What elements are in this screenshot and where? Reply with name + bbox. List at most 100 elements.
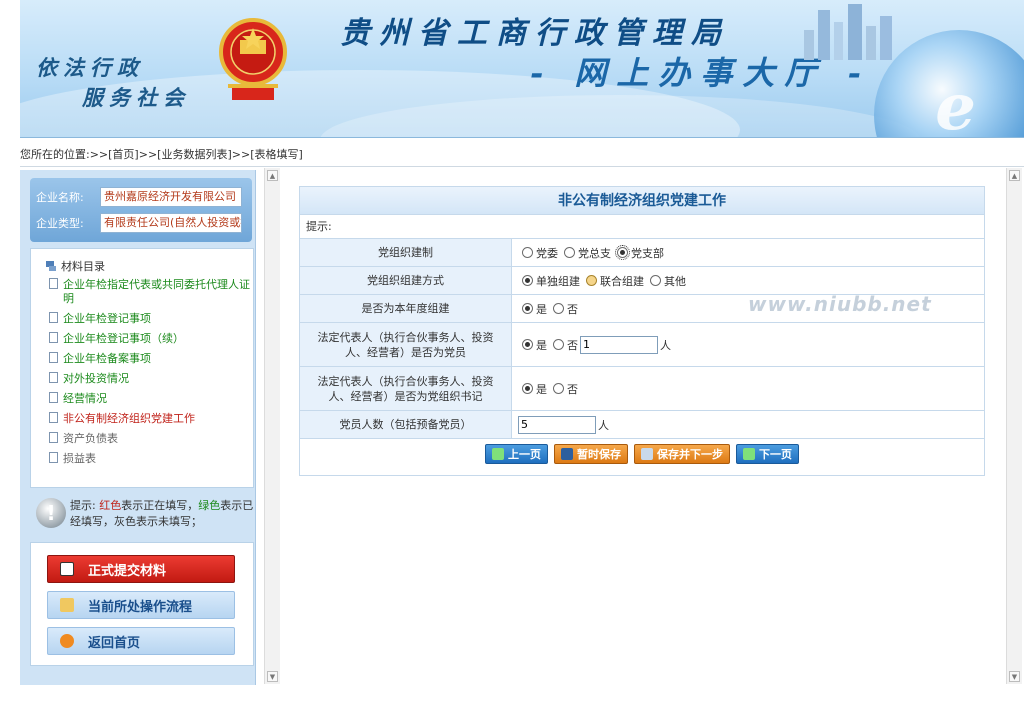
slogan-line2: 服务社会 bbox=[82, 85, 190, 110]
tree-item-registration-cont[interactable]: 企业年检登记事项（续） bbox=[35, 329, 253, 349]
return-home-label: 返回首页 bbox=[88, 635, 141, 651]
company-type-value: 有限责任公司(自然人投资或控股) bbox=[100, 213, 242, 233]
left-scrollbar[interactable]: ▲ ▼ bbox=[264, 168, 280, 684]
tree-item-balance-sheet[interactable]: 资产负债表 bbox=[35, 429, 253, 449]
radio-independent[interactable]: 单独组建 bbox=[522, 273, 580, 289]
radio-dot bbox=[553, 339, 564, 350]
tree-root-label: 材料目录 bbox=[61, 260, 105, 273]
rep-member-count-input[interactable] bbox=[580, 335, 658, 354]
radio-yes[interactable]: 是 bbox=[522, 337, 547, 353]
radio-joint[interactable]: 联合组建 bbox=[586, 273, 644, 289]
material-tree: 材料目录 企业年检指定代表或共同委托代理人证明 企业年检登记事项 企业年检登记事… bbox=[30, 248, 254, 488]
member-count-input[interactable] bbox=[518, 415, 596, 434]
radio-other[interactable]: 其他 bbox=[650, 273, 686, 289]
radio-yes[interactable]: 是 bbox=[522, 381, 547, 397]
save-and-next-button[interactable]: 保存并下一步 bbox=[634, 444, 730, 464]
legend-tip-text: 提示: 红色表示正在填写，绿色表示已经填写，灰色表示未填写； bbox=[70, 498, 256, 530]
prev-page-button[interactable]: 上一页 bbox=[485, 444, 548, 464]
home-icon bbox=[60, 634, 74, 648]
tree-item-investment[interactable]: 对外投资情况 bbox=[35, 369, 253, 389]
tree-item-label: 经营情况 bbox=[63, 392, 107, 405]
scroll-down-arrow-icon[interactable]: ▼ bbox=[267, 671, 278, 682]
breadcrumb-home-link[interactable]: [首页] bbox=[108, 146, 139, 162]
radio-label: 否 bbox=[567, 382, 578, 396]
breadcrumb-prefix: 您所在的位置:>> bbox=[20, 148, 109, 161]
folder-tree-icon bbox=[46, 261, 56, 271]
current-flow-label: 当前所处操作流程 bbox=[88, 599, 193, 615]
radio-label: 单独组建 bbox=[536, 274, 580, 288]
radio-dot bbox=[553, 383, 564, 394]
radio-dot-selected bbox=[522, 383, 533, 394]
tree-item-label: 企业年检指定代表或共同委托代理人证明 bbox=[63, 278, 250, 305]
document-icon bbox=[49, 278, 58, 289]
next-page-button[interactable]: 下一页 bbox=[736, 444, 799, 464]
radio-no[interactable]: 否 bbox=[553, 337, 578, 353]
save-and-next-label: 保存并下一步 bbox=[657, 448, 723, 461]
radio-dot-selected bbox=[522, 303, 533, 314]
radio-party-committee[interactable]: 党委 bbox=[522, 245, 558, 261]
tip-red-word: 红色 bbox=[99, 499, 122, 512]
unit-label: 人 bbox=[660, 338, 671, 352]
document-icon bbox=[49, 452, 58, 463]
tree-item-designated-rep[interactable]: 企业年检指定代表或共同委托代理人证明 bbox=[35, 275, 253, 309]
slogan-line1: 依法行政 bbox=[36, 55, 144, 80]
radio-dot bbox=[650, 275, 661, 286]
tree-root: 材料目录 bbox=[45, 257, 253, 275]
scroll-up-arrow-icon[interactable]: ▲ bbox=[267, 170, 278, 181]
radio-label: 否 bbox=[567, 338, 578, 352]
radio-dot-selected bbox=[522, 275, 533, 286]
current-flow-button[interactable]: 当前所处操作流程 bbox=[47, 591, 235, 619]
radio-label: 党委 bbox=[536, 246, 558, 260]
radio-label: 党支部 bbox=[631, 246, 664, 260]
radio-dot bbox=[553, 303, 564, 314]
tree-item-label: 资产负债表 bbox=[63, 432, 118, 445]
tree-item-party-building[interactable]: 非公有制经济组织党建工作 bbox=[35, 409, 253, 429]
form-buttons: 上一页 暂时保存 保存并下一步 下一页 bbox=[300, 439, 984, 469]
radio-dot-selected bbox=[615, 245, 630, 260]
skyline-icon bbox=[804, 4, 892, 60]
radio-no[interactable]: 否 bbox=[553, 301, 578, 317]
save-draft-label: 暂时保存 bbox=[577, 448, 621, 461]
form-hint: 提示: bbox=[300, 215, 984, 239]
radio-general-branch[interactable]: 党总支 bbox=[564, 245, 611, 261]
radio-dot bbox=[564, 247, 575, 258]
rep-member-options: 是 否 人 bbox=[512, 323, 984, 366]
breadcrumb-list-link[interactable]: >>[业务数据列表] bbox=[139, 146, 232, 162]
action-panel: 正式提交材料 当前所处操作流程 返回首页 bbox=[30, 542, 254, 666]
radio-yes[interactable]: 是 bbox=[522, 301, 547, 317]
watermark: www.niubb.net bbox=[748, 292, 932, 316]
legend-tip: ! 提示: 红色表示正在填写，绿色表示已经填写，灰色表示未填写； bbox=[32, 494, 254, 538]
org-method-label: 党组织组建方式 bbox=[300, 267, 512, 294]
radio-label: 否 bbox=[567, 302, 578, 316]
tree-item-operation[interactable]: 经营情况 bbox=[35, 389, 253, 409]
return-home-button[interactable]: 返回首页 bbox=[47, 627, 235, 655]
tree-item-label: 企业年检登记事项（续） bbox=[63, 332, 184, 345]
right-scrollbar[interactable]: ▲ ▼ bbox=[1006, 168, 1022, 684]
member-count-label: 党员人数（包括预备党员） bbox=[300, 411, 512, 438]
prev-page-label: 上一页 bbox=[508, 448, 541, 461]
save-icon bbox=[561, 448, 573, 460]
tree-item-label: 对外投资情况 bbox=[63, 372, 129, 385]
document-icon bbox=[49, 352, 58, 363]
radio-party-branch[interactable]: 党支部 bbox=[615, 245, 664, 261]
submit-materials-button[interactable]: 正式提交材料 bbox=[47, 555, 235, 583]
tree-item-registration[interactable]: 企业年检登记事项 bbox=[35, 309, 253, 329]
scroll-down-arrow-icon[interactable]: ▼ bbox=[1009, 671, 1020, 682]
this-year-label: 是否为本年度组建 bbox=[300, 295, 512, 322]
radio-label: 党总支 bbox=[578, 246, 611, 260]
rep-secretary-label: 法定代表人（执行合伙事务人、投资人、经营者）是否为党组织书记 bbox=[300, 367, 512, 410]
tree-item-filing[interactable]: 企业年检备案事项 bbox=[35, 349, 253, 369]
next-page-label: 下一页 bbox=[759, 448, 792, 461]
document-icon bbox=[49, 312, 58, 323]
tree-item-income-statement[interactable]: 损益表 bbox=[35, 449, 253, 469]
unit-label: 人 bbox=[598, 418, 609, 432]
header-banner: 依法行政 服务社会 贵州省工商行政管理局 - 网上办事大厅 - e bbox=[20, 0, 1024, 138]
scroll-up-arrow-icon[interactable]: ▲ bbox=[1009, 170, 1020, 181]
radio-no[interactable]: 否 bbox=[553, 381, 578, 397]
sidebar: 企业名称: 贵州嘉原经济开发有限公司 企业类型: 有限责任公司(自然人投资或控股… bbox=[20, 170, 256, 685]
save-draft-button[interactable]: 暂时保存 bbox=[554, 444, 628, 464]
radio-label: 其他 bbox=[664, 274, 686, 288]
flowchart-icon bbox=[60, 598, 74, 612]
form-title: 非公有制经济组织党建工作 bbox=[300, 187, 984, 215]
radio-label: 联合组建 bbox=[600, 274, 644, 288]
